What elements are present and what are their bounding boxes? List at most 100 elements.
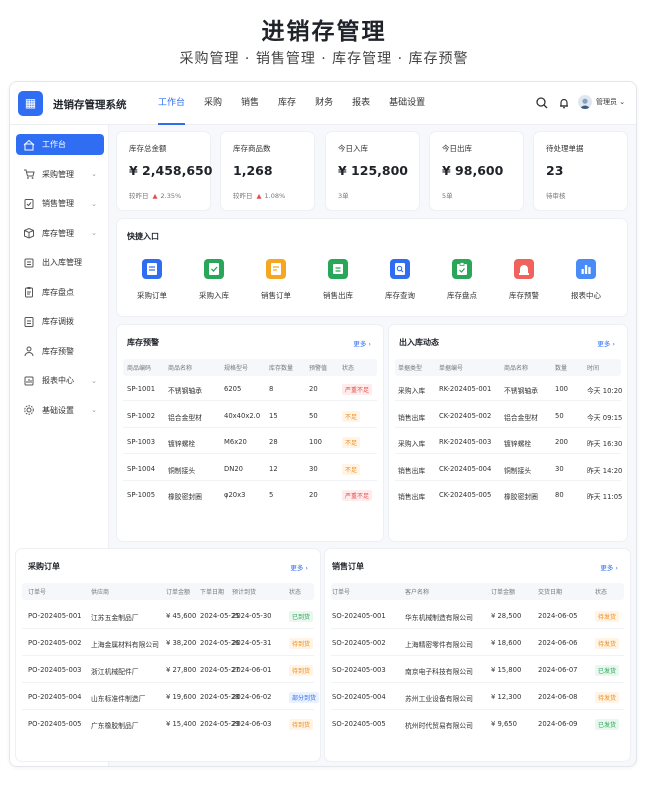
table-cell: 50 <box>555 411 564 420</box>
sidebar-item-7[interactable]: 库存预警 <box>16 341 104 362</box>
stock-alert-more-link[interactable]: 更多 › <box>353 338 371 348</box>
hero-title: 进销存管理 <box>261 19 387 45</box>
kpi-foot-prefix: 5单 <box>442 192 453 200</box>
quick-access-label: 库存盘点 <box>447 291 477 300</box>
table-cell: ¥ 38,200 <box>166 639 197 647</box>
purchase-orders-more-link[interactable]: 更多 › <box>290 562 308 572</box>
quick-access-item-6[interactable]: 库存预警 <box>494 259 554 301</box>
inout-title: 出入库动态 <box>399 338 439 347</box>
quick-access-title: 快捷入口 <box>127 232 159 241</box>
kpi-label: 库存总金额 <box>129 144 167 153</box>
table-header-cell: 商品名称 <box>168 365 193 372</box>
quick-access-label: 销售订单 <box>261 291 291 300</box>
nav-tab-0[interactable]: 工作台 <box>158 82 186 125</box>
table-cell: CK-202405-005 <box>439 491 492 499</box>
search-icon[interactable] <box>534 95 550 111</box>
nav-tab-3[interactable]: 库存 <box>278 82 296 125</box>
table-cell: 15 <box>269 411 278 420</box>
table-header-cell: 交货日期 <box>538 589 563 596</box>
sales-out-icon <box>328 259 348 279</box>
sidebar-item-3[interactable]: 库存管理 ⌄ <box>16 223 104 244</box>
kpi-value: 23 <box>546 163 564 178</box>
kpi-change: 2.35% <box>160 192 182 200</box>
quick-access-item-5[interactable]: 库存盘点 <box>432 259 492 301</box>
table-header-cell: 库存数量 <box>269 365 294 372</box>
nav-tab-5[interactable]: 报表 <box>352 82 370 125</box>
sales-orders-card: 销售订单 更多 › 订单号 客户名称 订单金额 交货日期 状态 SO-202405-001… <box>325 549 630 761</box>
gear-icon <box>16 404 42 416</box>
kpi-value: ¥ 2,458,650 <box>129 163 213 178</box>
sales-orders-more-link[interactable]: 更多 › <box>600 562 618 572</box>
table-header-cell: 数量 <box>555 365 568 372</box>
table-cell: 28 <box>269 438 278 446</box>
clipboard-icon <box>16 286 42 298</box>
stock-search-icon <box>390 259 410 279</box>
sidebar-item-2[interactable]: 销售管理 ⌄ <box>16 193 104 214</box>
sidebar-item-label: 基础设置 <box>42 405 74 415</box>
table-header-cell: 供应商 <box>91 589 110 596</box>
table-cell: 12 <box>269 464 278 473</box>
kpi-card-0: 库存总金额 ¥ 2,458,650 较昨日 ▲ 2.35% <box>117 132 213 210</box>
kpi-value: ¥ 125,800 <box>338 163 408 178</box>
row-divider <box>22 708 314 710</box>
stock-check-icon <box>452 259 472 279</box>
sidebar-item-label: 采购管理 <box>42 169 74 179</box>
trend-up-icon: ▲ <box>152 192 158 200</box>
chart-icon <box>576 259 596 279</box>
nav-tab-1[interactable]: 采购 <box>204 82 222 125</box>
stock-alert-card: 库存预警 更多 › 商品编码 商品名称 规格型号 库存数量 预警值 状态 SP-1001 不锈… <box>117 325 383 541</box>
table-cell: ¥ 15,800 <box>491 666 522 674</box>
kpi-label: 今日入库 <box>338 144 368 153</box>
table-cell: PO-202405-002 <box>28 639 82 647</box>
nav-tab-6[interactable]: 基础设置 <box>389 82 425 125</box>
row-divider <box>123 400 377 402</box>
quick-access-label: 采购入库 <box>199 291 229 300</box>
chevron-down-icon: ⌄ <box>91 376 97 385</box>
kpi-foot-prefix: 较昨日 <box>233 192 253 200</box>
chevron-down-icon: ⌄ <box>91 170 97 178</box>
table-cell: 上海金属材料有限公司 <box>91 641 159 649</box>
status-badge: 待到货 <box>289 719 314 730</box>
table-cell: 2024-06-03 <box>232 720 272 728</box>
sidebar-item-5[interactable]: 库存盘点 <box>16 282 104 303</box>
table-header-cell: 订单金额 <box>491 589 516 596</box>
bell-icon[interactable] <box>556 95 572 111</box>
table-cell: M6x20 <box>224 438 247 446</box>
table-cell: 8 <box>269 385 274 393</box>
table-cell: 200 <box>555 438 568 446</box>
quick-access-item-4[interactable]: 库存查询 <box>370 259 430 301</box>
kpi-card-4: 待处理单据 23 待审核 <box>534 132 627 210</box>
bell-icon <box>16 345 42 357</box>
avatar[interactable] <box>578 95 592 109</box>
status-badge: 不足 <box>342 410 361 422</box>
user-menu[interactable]: 管理员 ⌄ <box>596 97 625 107</box>
table-cell: 采购入库 <box>398 387 426 395</box>
quick-access-item-7[interactable]: 报表中心 <box>556 259 616 301</box>
sidebar-item-label: 工作台 <box>42 140 66 149</box>
kpi-foot-prefix: 较昨日 <box>129 192 149 200</box>
table-cell: 南京电子科技有限公司 <box>405 668 473 676</box>
sidebar-item-1[interactable]: 采购管理 ⌄ <box>16 164 104 185</box>
sidebar-item-9[interactable]: 基础设置 ⌄ <box>16 400 104 421</box>
sidebar-item-4[interactable]: 出入库管理 <box>16 252 104 273</box>
sidebar-item-8[interactable]: 报表中心 ⌄ <box>16 370 104 391</box>
sidebar-item-0[interactable]: 工作台 <box>16 134 104 155</box>
status-badge: 严重不足 <box>342 490 373 501</box>
quick-access-label: 采购订单 <box>137 291 167 300</box>
nav-tab-2[interactable]: 销售 <box>241 82 259 125</box>
quick-access-item-1[interactable]: 采购入库 <box>184 259 244 301</box>
sidebar-item-label: 出入库管理 <box>42 258 82 267</box>
transfer-icon <box>16 316 42 328</box>
quick-access-item-0[interactable]: 采购订单 <box>122 259 182 301</box>
sidebar-item-6[interactable]: 库存调拨 <box>16 311 104 332</box>
nav-tab-4[interactable]: 财务 <box>315 82 333 125</box>
kpi-value: 1,268 <box>233 163 273 178</box>
status-badge: 待发货 <box>595 692 620 703</box>
inout-more-link[interactable]: 更多 › <box>597 338 615 348</box>
table-cell: 橡胶密封圈 <box>504 493 538 501</box>
quick-access-item-3[interactable]: 销售出库 <box>308 259 368 301</box>
quick-access-item-2[interactable]: 销售订单 <box>246 259 306 301</box>
table-cell: 橡胶密封圈 <box>168 493 202 501</box>
purchase-in-icon <box>204 259 224 279</box>
kpi-foot: 3单 <box>338 190 349 200</box>
